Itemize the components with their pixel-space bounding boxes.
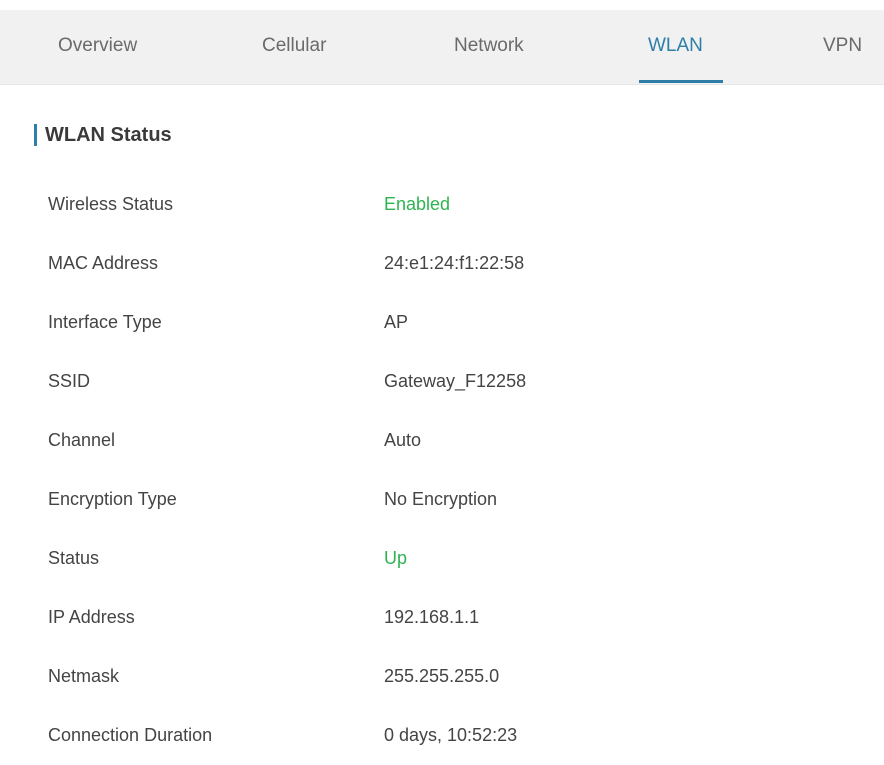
row-label: IP Address [48, 607, 135, 627]
section-accent-bar [34, 124, 37, 146]
status-row-encryption-type: Encryption Type No Encryption [0, 470, 884, 529]
row-value: No Encryption [384, 489, 498, 509]
row-label: Netmask [48, 666, 120, 686]
row-value: 24:e1:24:f1:22:58 [384, 253, 525, 273]
tab-cellular[interactable]: Cellular [262, 10, 326, 84]
row-value: Up [384, 548, 408, 568]
status-row-channel: Channel Auto [0, 411, 884, 470]
section-header: WLAN Status [34, 123, 172, 147]
row-label: Connection Duration [48, 725, 213, 745]
row-label: Status [48, 548, 100, 568]
row-label: Channel [48, 430, 116, 450]
status-row-netmask: Netmask 255.255.255.0 [0, 647, 884, 706]
status-row-mac-address: MAC Address 24:e1:24:f1:22:58 [0, 234, 884, 293]
row-value: Gateway_F12258 [384, 371, 527, 391]
row-value: AP [384, 312, 409, 332]
status-row-status: Status Up [0, 529, 884, 588]
row-value: Auto [384, 430, 422, 450]
status-row-ssid: SSID Gateway_F12258 [0, 352, 884, 411]
tab-network[interactable]: Network [454, 10, 524, 84]
tab-vpn[interactable]: VPN [823, 10, 862, 84]
row-label: Wireless Status [48, 194, 174, 214]
row-label: SSID [48, 371, 91, 391]
row-label: MAC Address [48, 253, 159, 273]
tab-overview[interactable]: Overview [58, 10, 137, 84]
row-value: 255.255.255.0 [384, 666, 500, 686]
row-label: Interface Type [48, 312, 162, 332]
row-value: 192.168.1.1 [384, 607, 480, 627]
tab-wlan[interactable]: WLAN [648, 10, 703, 84]
row-value: 0 days, 10:52:23 [384, 725, 518, 745]
status-row-wireless-status: Wireless Status Enabled [0, 175, 884, 234]
row-label: Encryption Type [48, 489, 177, 509]
row-value: Enabled [384, 194, 451, 214]
active-tab-indicator [639, 80, 723, 83]
status-row-interface-type: Interface Type AP [0, 293, 884, 352]
status-row-ip-address: IP Address 192.168.1.1 [0, 588, 884, 647]
status-row-connection-duration: Connection Duration 0 days, 10:52:23 [0, 706, 884, 765]
tab-bar: Overview Cellular Network WLAN VPN [0, 10, 884, 85]
section-title: WLAN Status [45, 123, 172, 146]
